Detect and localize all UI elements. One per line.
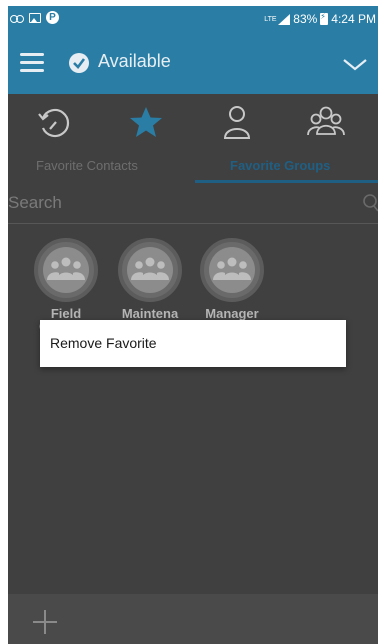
- search-bar: [8, 184, 378, 224]
- group-tile-field[interactable]: Field: [31, 238, 101, 321]
- remove-favorite-menu-item[interactable]: Remove Favorite: [50, 335, 157, 351]
- history-icon[interactable]: [35, 104, 75, 140]
- group-label: Manager: [205, 306, 259, 321]
- search-input[interactable]: [8, 188, 348, 218]
- chevron-down-icon[interactable]: [342, 58, 368, 72]
- add-icon[interactable]: [30, 607, 60, 637]
- voicemail-icon: [10, 13, 24, 23]
- tab-favorite-contacts[interactable]: Favorite Contacts: [36, 158, 138, 173]
- group-avatar-icon: [118, 238, 182, 302]
- person-icon[interactable]: [217, 104, 257, 140]
- context-menu: Remove Favorite: [40, 320, 346, 367]
- status-bar: P LTE 83% 4:24 PM: [8, 6, 378, 32]
- star-icon[interactable]: [126, 104, 166, 140]
- group-label: Maintena: [121, 306, 179, 321]
- group-icon[interactable]: [306, 104, 346, 140]
- battery-percent: 83%: [293, 12, 318, 26]
- app-screen: P LTE 83% 4:24 PM Available: [8, 6, 378, 644]
- group-tile-manager[interactable]: Manager: [197, 238, 267, 321]
- group-avatar-icon: [200, 238, 264, 302]
- menu-icon[interactable]: [20, 53, 44, 73]
- network-type: LTE: [264, 15, 277, 23]
- main-tabs: [8, 94, 378, 150]
- group-avatar-icon: [34, 238, 98, 302]
- clock: 4:24 PM: [331, 12, 376, 26]
- presence-status[interactable]: Available: [98, 51, 171, 72]
- status-check-icon: [69, 53, 89, 73]
- image-notification-icon: [29, 12, 41, 23]
- search-icon[interactable]: [362, 194, 378, 212]
- signal-icon: [278, 13, 291, 25]
- bottom-bar: [8, 594, 378, 644]
- tab-favorite-groups[interactable]: Favorite Groups: [230, 158, 330, 173]
- app-bar: Available: [8, 32, 378, 94]
- battery-charging-icon: [320, 12, 329, 25]
- parking-notification-icon: P: [46, 11, 59, 24]
- active-tab-indicator: [195, 180, 378, 183]
- favorites-tabs: Favorite Contacts Favorite Groups: [8, 150, 378, 184]
- group-tile-maintenance[interactable]: Maintena: [115, 238, 185, 321]
